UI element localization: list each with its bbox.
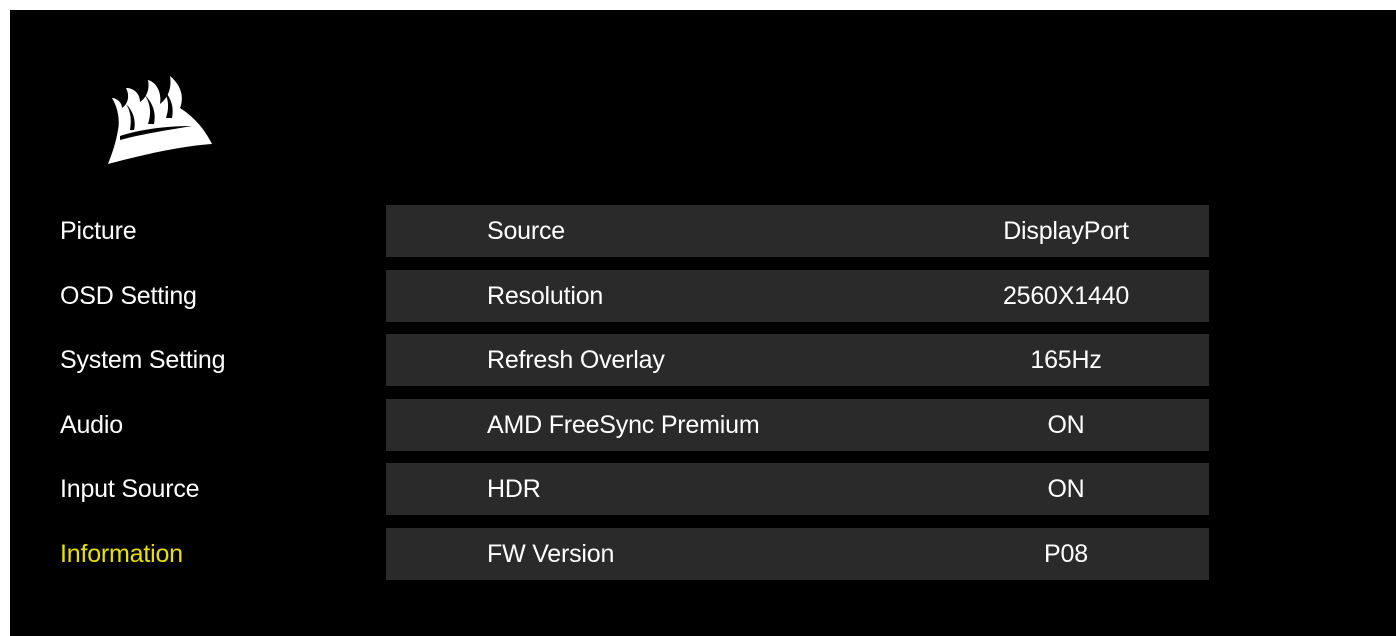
info-row-hdr: HDR ON [386,463,1209,515]
info-label: Refresh Overlay [487,346,665,374]
menu-item-osd-setting[interactable]: OSD Setting [60,270,225,335]
info-value: ON [1047,475,1085,503]
info-row-refresh-overlay: Refresh Overlay 165Hz [386,334,1209,386]
osd-main-menu: Picture OSD Setting System Setting Audio… [60,205,226,593]
info-value: 2560X1440 [1002,281,1130,310]
information-panel: Source DisplayPort Resolution 2560X1440 … [386,205,1209,592]
info-row-freesync: AMD FreeSync Premium ON [386,398,1209,451]
info-value: DisplayPort [1003,217,1129,245]
info-row-source: Source DisplayPort [386,205,1209,257]
menu-item-picture[interactable]: Picture [60,205,225,270]
info-label: Resolution [487,281,604,310]
info-value: ON [1047,410,1085,439]
info-label: FW Version [487,539,615,568]
menu-item-input-source[interactable]: Input Source [60,463,225,528]
info-label: Source [487,217,566,245]
info-value: 165Hz [1030,346,1102,374]
menu-item-audio[interactable]: Audio [60,399,225,464]
menu-item-information[interactable]: Information [60,528,225,593]
info-row-fw-version: FW Version P08 [386,527,1209,580]
info-row-resolution: Resolution 2560X1440 [386,269,1209,322]
info-label: AMD FreeSync Premium [487,410,760,439]
corsair-sails-logo-icon [108,76,212,164]
osd-window: Picture OSD Setting System Setting Audio… [10,10,1396,636]
info-label: HDR [487,475,541,503]
info-value: P08 [1044,539,1088,568]
menu-item-system-setting[interactable]: System Setting [60,334,226,399]
